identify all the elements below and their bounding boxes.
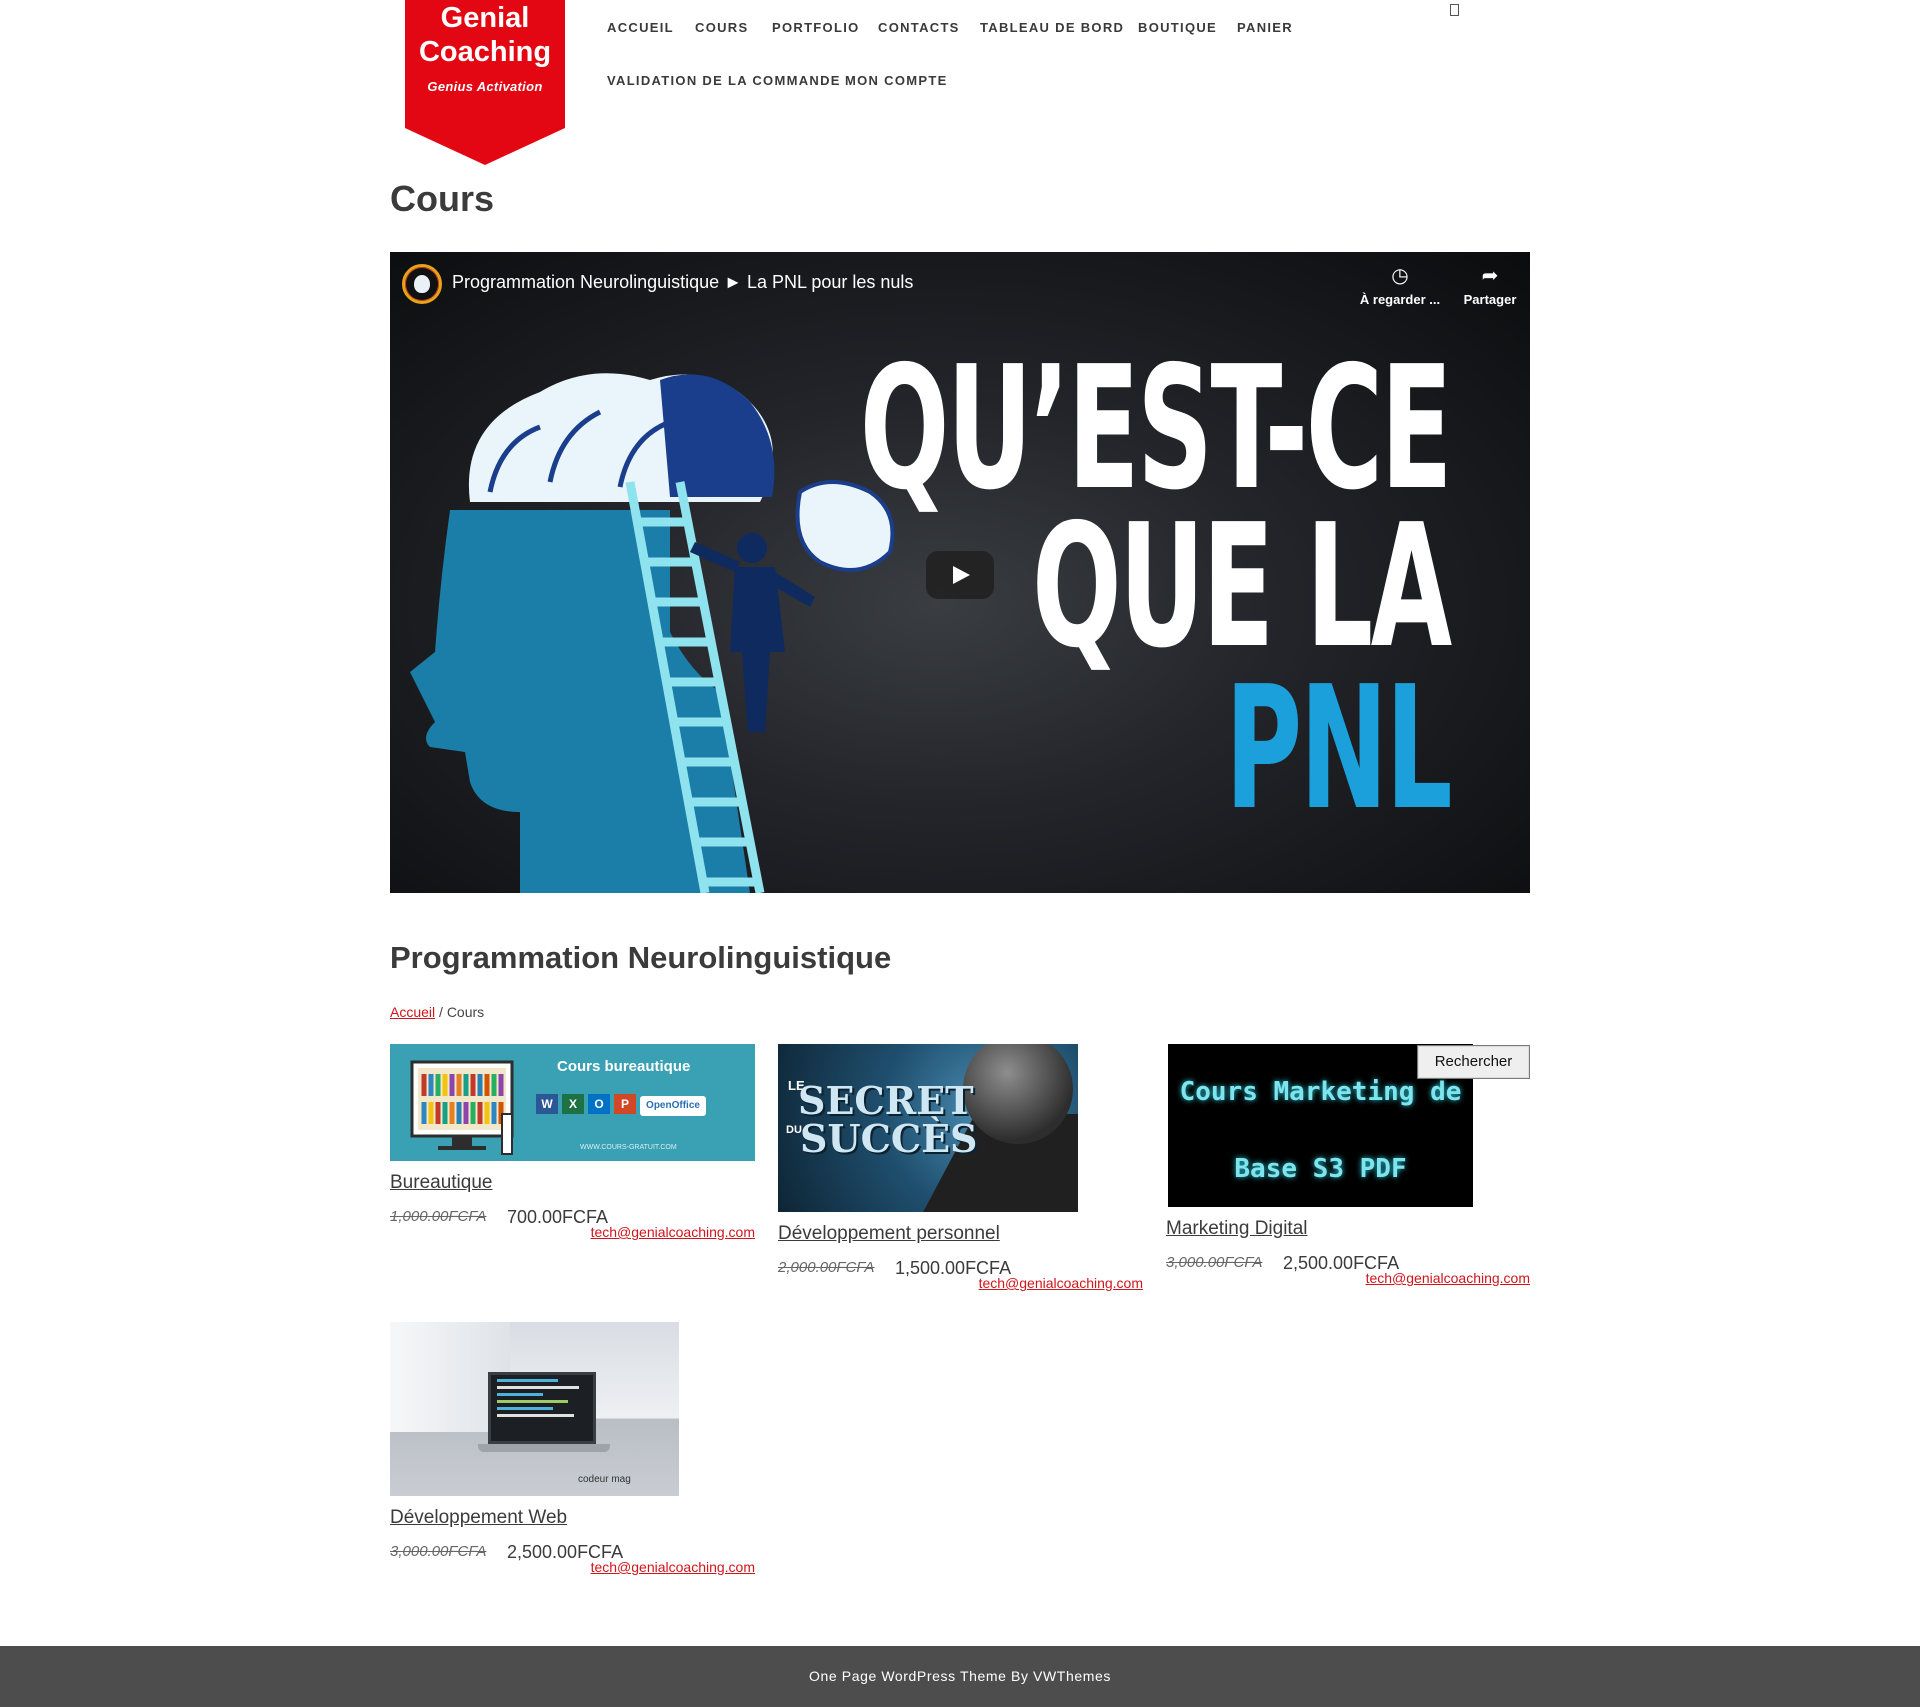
cart-icon[interactable] [1450, 4, 1459, 16]
product-thumbnail[interactable]: LE SECRET DU SUCCÈS [778, 1044, 1078, 1212]
codeurmag-logo: codeur mag [578, 1474, 631, 1485]
product-name-link[interactable]: Développement personnel [778, 1223, 1000, 1245]
page-title: Cours [390, 178, 495, 219]
product-card-developpement-web: codeur mag Développement Web 3,000.00FCF… [390, 1322, 755, 1577]
office-apps-icons: W X O P OpenOffice [536, 1094, 726, 1116]
nav-panier[interactable]: PANIER [1237, 20, 1293, 35]
contact-email-link[interactable]: tech@genialcoaching.com [591, 1224, 755, 1240]
nav-accueil[interactable]: ACCUEIL [607, 20, 674, 35]
thumbnail-line-2: Base S3 PDF [1234, 1154, 1407, 1184]
product-name-link[interactable]: Marketing Digital [1166, 1218, 1308, 1240]
contact-email-link[interactable]: tech@genialcoaching.com [591, 1559, 755, 1575]
share-label: Partager [1463, 292, 1517, 307]
logo-line-1: Genial [440, 2, 530, 34]
thumbnail-line-1: Cours Marketing de [1179, 1077, 1462, 1107]
breadcrumb-current: Cours [446, 1004, 485, 1020]
bookshelf-computer-icon [410, 1060, 514, 1155]
contact-email-link[interactable]: tech@genialcoaching.com [979, 1275, 1143, 1291]
clock-icon: ◷ [1391, 265, 1409, 287]
video-title[interactable]: Programmation Neurolinguistique ► La PNL… [452, 272, 913, 293]
nav-contacts[interactable]: CONTACTS [878, 20, 960, 35]
contact-email-link[interactable]: tech@genialcoaching.com [1366, 1270, 1530, 1286]
word-icon: W [536, 1094, 558, 1114]
product-card-marketing-digital: Cours Marketing de Base S3 PDF Marketing… [1166, 1044, 1530, 1289]
excel-icon: X [562, 1094, 584, 1114]
nav-cours[interactable]: COURS [695, 20, 748, 35]
product-name-link[interactable]: Développement Web [390, 1507, 567, 1529]
site-logo[interactable]: Genial Coaching Genius Activation [405, 0, 565, 165]
main-nav: ACCUEIL COURS PORTFOLIO CONTACTS TABLEAU… [607, 0, 1457, 110]
site-footer: One Page WordPress Theme By VWThemes [0, 1646, 1920, 1707]
product-thumbnail[interactable]: Cours bureautique W X O P OpenOffice WWW.COU… [390, 1044, 755, 1161]
search-button[interactable]: Rechercher [1417, 1045, 1530, 1079]
nav-validation-commande[interactable]: VALIDATION DE LA COMMANDE [607, 73, 841, 88]
product-name-link[interactable]: Bureautique [390, 1172, 492, 1194]
channel-avatar-icon[interactable] [402, 264, 442, 304]
outlook-icon: O [588, 1094, 610, 1114]
share-button[interactable]: ➦ Partager [1450, 262, 1530, 307]
watch-later-label: À regarder ... [1359, 292, 1441, 307]
section-title: Programmation Neurolinguistique [390, 940, 892, 975]
nav-boutique[interactable]: BOUTIQUE [1138, 20, 1217, 35]
breadcrumb-separator: / [439, 1004, 443, 1020]
thumbnail-text-line-3: PNL [1224, 650, 1453, 848]
thumbnail-site: WWW.COURS-GRATUIT.COM [580, 1144, 677, 1151]
nav-mon-compte[interactable]: MON COMPTE [845, 73, 948, 88]
thumbnail-secret: SECRET [798, 1078, 974, 1123]
thumbnail-succes: SUCCÈS [800, 1116, 978, 1161]
share-arrow-icon: ➦ [1481, 265, 1499, 287]
nav-tableau-de-bord[interactable]: TABLEAU DE BORD [980, 20, 1124, 35]
breadcrumb: Accueil / Cours [390, 1004, 484, 1020]
old-price: 3,000.00FCFA [1166, 1254, 1263, 1271]
watch-later-button[interactable]: ◷ À regarder ... [1350, 262, 1450, 307]
logo-tagline: Genius Activation [427, 79, 543, 94]
laptop-base-shape [478, 1444, 610, 1452]
footer-credit[interactable]: One Page WordPress Theme By VWThemes [809, 1668, 1111, 1684]
nav-portfolio[interactable]: PORTFOLIO [772, 20, 860, 35]
powerpoint-icon: P [614, 1094, 636, 1114]
old-price: 2,000.00FCFA [778, 1259, 875, 1276]
openoffice-icon: OpenOffice [640, 1096, 706, 1116]
logo-line-2: Coaching [418, 36, 552, 68]
old-price: 1,000.00FCFA [390, 1208, 487, 1225]
product-thumbnail[interactable]: codeur mag [390, 1322, 679, 1496]
play-button[interactable] [926, 551, 994, 599]
breadcrumb-home-link[interactable]: Accueil [390, 1004, 435, 1020]
product-card-developpement-personnel: LE SECRET DU SUCCÈS Développement person… [778, 1044, 1143, 1294]
old-price: 3,000.00FCFA [390, 1543, 487, 1560]
thumbnail-title: Cours bureautique [557, 1058, 691, 1075]
laptop-screen-shape [488, 1372, 596, 1444]
video-player[interactable]: Programmation Neurolinguistique ► La PNL… [390, 252, 1530, 893]
product-card-bureautique: Cours bureautique W X O P OpenOffice WWW.COU… [390, 1044, 755, 1244]
thumbnail-text-line-2: QUE LA [1032, 488, 1452, 686]
